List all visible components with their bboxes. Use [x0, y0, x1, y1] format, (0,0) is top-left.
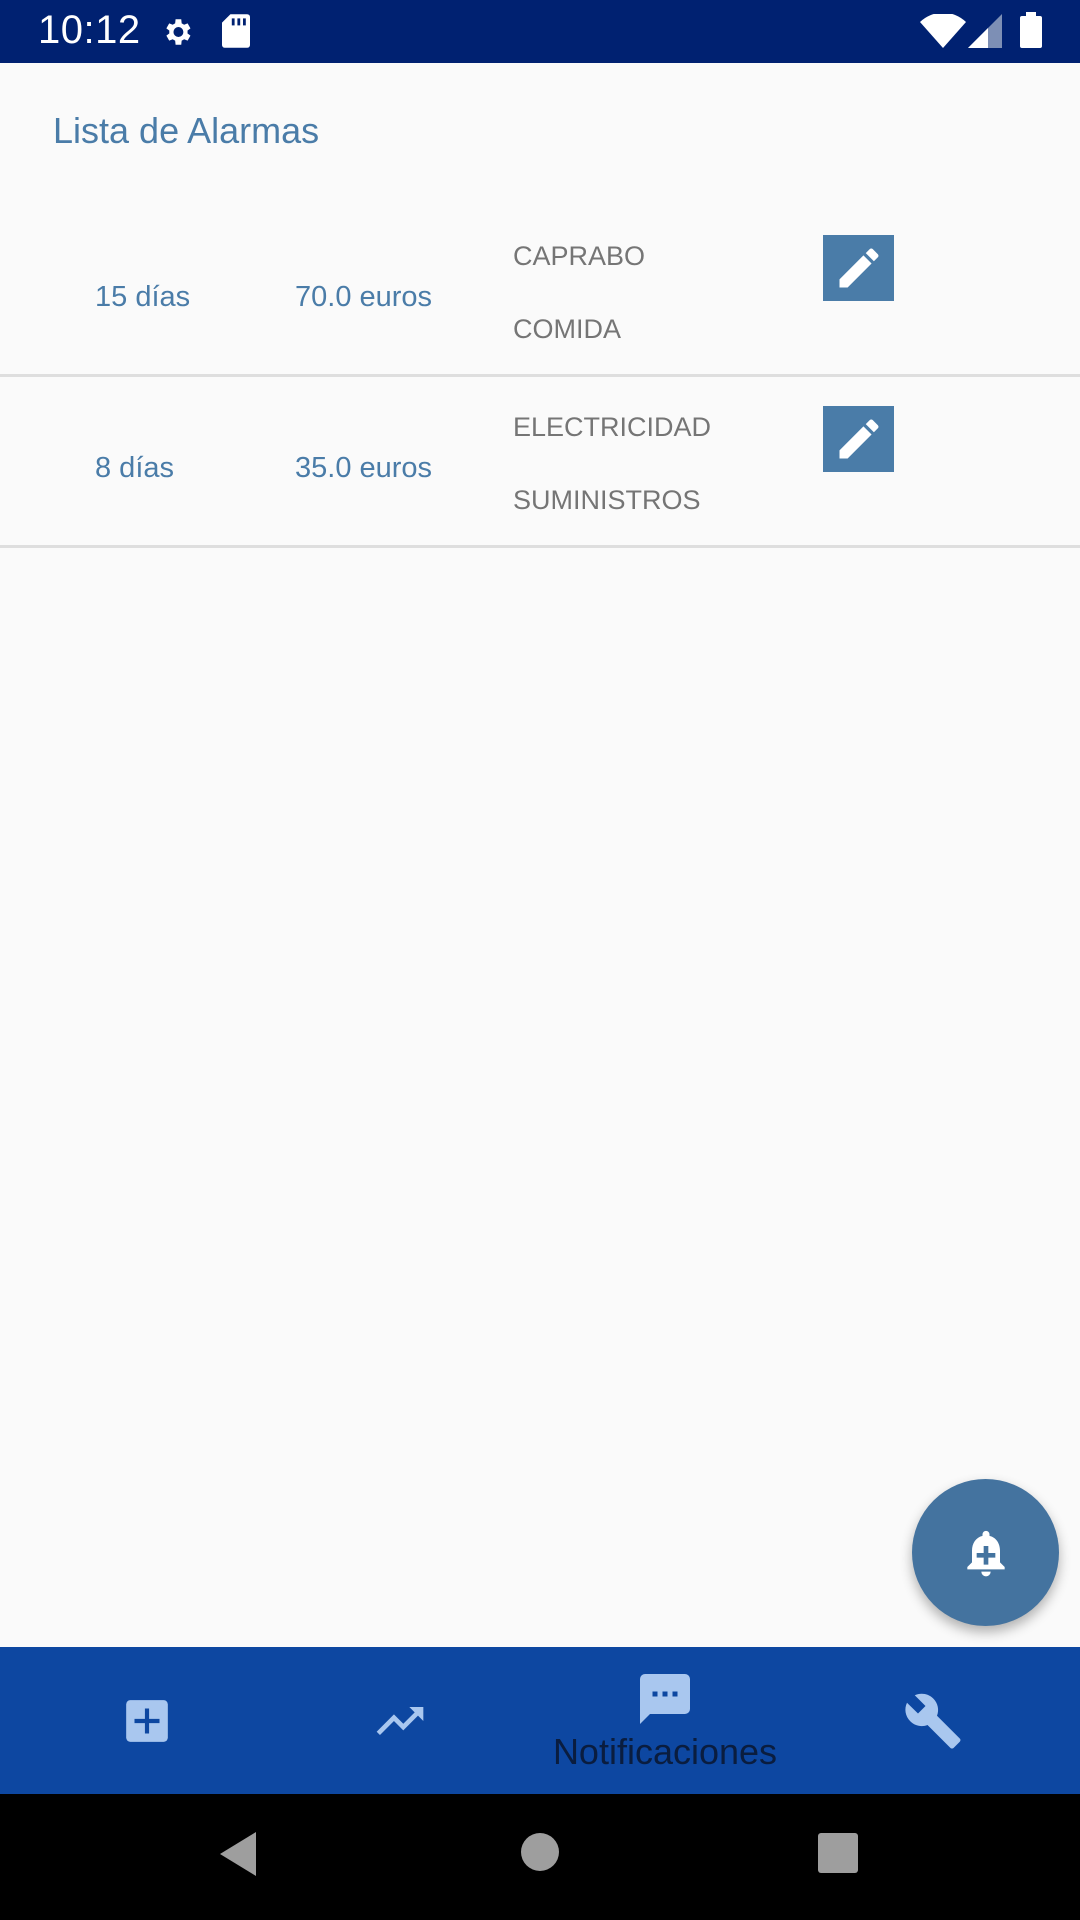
- nav-item-stats[interactable]: [320, 1647, 480, 1794]
- home-icon[interactable]: [519, 1831, 561, 1878]
- alarm-row[interactable]: 8 días 35.0 euros ELECTRICIDAD SUMINISTR…: [0, 377, 1080, 548]
- chat-icon: [640, 1673, 690, 1724]
- add-box-icon: [126, 1699, 168, 1742]
- alarm-row[interactable]: 15 días 70.0 euros CAPRABO COMIDA: [0, 206, 1080, 377]
- system-navigation-bar: [0, 1794, 1080, 1920]
- trending-up-icon: [376, 1706, 424, 1735]
- alarm-amount: 35.0 euros: [295, 452, 433, 484]
- edit-alarm-button[interactable]: [823, 235, 894, 301]
- nav-label: Notificaciones: [552, 1730, 778, 1772]
- nav-item-notificaciones[interactable]: Notificaciones: [520, 1647, 810, 1794]
- pencil-icon: [839, 248, 878, 288]
- sd-card-icon: [222, 14, 250, 53]
- nav-item-settings[interactable]: [853, 1647, 1013, 1794]
- nav-item-add[interactable]: [67, 1647, 227, 1794]
- status-time: 10:12: [38, 8, 141, 52]
- alarm-name: ELECTRICIDAD: [513, 412, 712, 442]
- edit-alarm-button[interactable]: [823, 406, 894, 472]
- recents-icon[interactable]: [817, 1832, 859, 1879]
- wrench-icon: [905, 1693, 961, 1748]
- bottom-navigation: Notificaciones: [0, 1647, 1080, 1794]
- alarm-amount: 70.0 euros: [295, 281, 433, 313]
- status-bar: 10:12: [0, 0, 1080, 63]
- battery-icon: [1020, 12, 1042, 53]
- add-alarm-bell-icon: [966, 1530, 1005, 1576]
- alarm-days: 15 días: [95, 281, 191, 313]
- settings-icon: [160, 15, 194, 54]
- alarm-category: COMIDA: [513, 314, 621, 344]
- alarm-days: 8 días: [95, 452, 174, 484]
- signal-icon: [968, 14, 1002, 53]
- pencil-icon: [839, 419, 878, 459]
- page-title: Lista de Alarmas: [53, 110, 320, 151]
- alarm-category: SUMINISTROS: [513, 485, 701, 515]
- add-alarm-fab[interactable]: [912, 1479, 1059, 1626]
- wifi-icon: [920, 12, 966, 53]
- back-icon[interactable]: [216, 1830, 260, 1883]
- alarm-name: CAPRABO: [513, 241, 646, 271]
